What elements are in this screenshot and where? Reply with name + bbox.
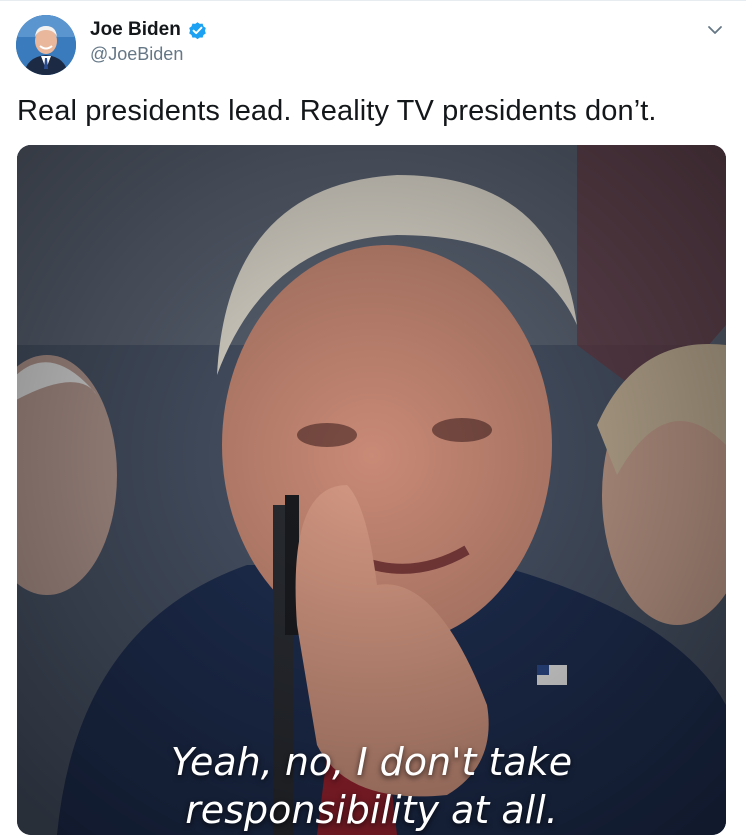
author-handle[interactable]: @JoeBiden: [90, 44, 208, 65]
video-frame: [17, 145, 726, 835]
tweet-card: Joe Biden @JoeBiden Real presidents lead…: [0, 0, 746, 835]
avatar[interactable]: [16, 15, 76, 75]
tweet-header: Joe Biden @JoeBiden: [16, 15, 730, 75]
avatar-photo-icon: [16, 15, 76, 75]
name-row: Joe Biden: [90, 19, 208, 41]
video-player[interactable]: Yeah, no, I don't take responsibility at…: [17, 145, 726, 835]
video-subtitle-line-1: Yeah, no, I don't take: [170, 740, 573, 784]
verified-badge-icon: [189, 21, 206, 39]
author-names: Joe Biden @JoeBiden: [90, 19, 208, 65]
tweet-text: Real presidents lead. Reality TV preside…: [17, 95, 657, 127]
author-display-name[interactable]: Joe Biden: [90, 19, 181, 41]
video-subtitle-line-2: responsibility at all.: [185, 788, 558, 832]
chevron-down-icon[interactable]: [706, 21, 724, 39]
